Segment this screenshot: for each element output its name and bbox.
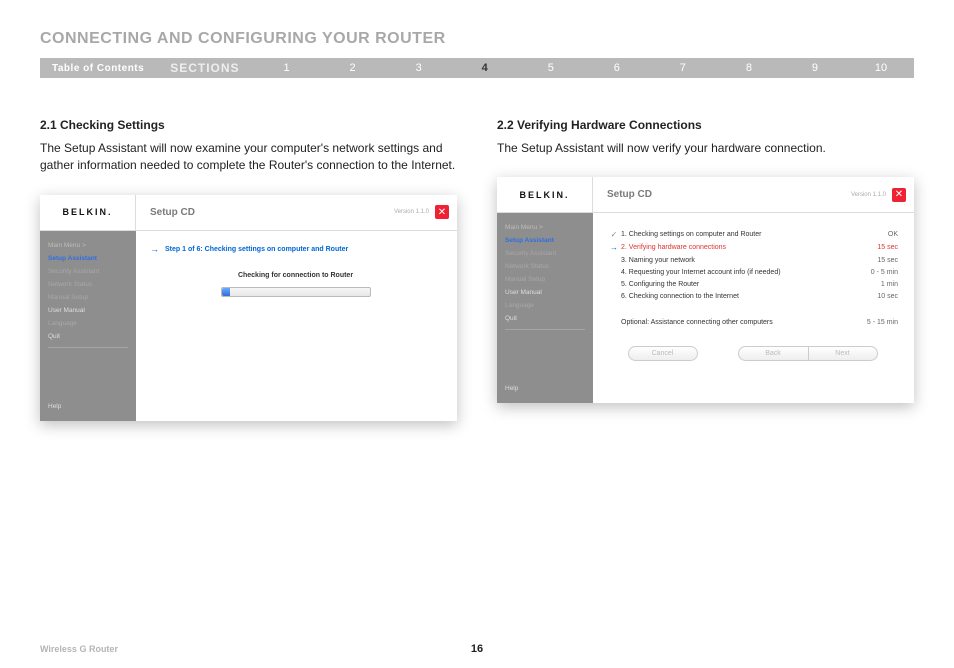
- panel-sidebar: Main Menu > Setup Assistant Security Ass…: [497, 213, 593, 403]
- nav-section-3[interactable]: 3: [386, 62, 452, 74]
- check-icon: ✓: [607, 230, 621, 239]
- next-button[interactable]: Next: [808, 346, 878, 361]
- sidebar-item-quit[interactable]: Quit: [48, 330, 128, 343]
- step-text: 4. Requesting your Internet account info…: [621, 269, 863, 276]
- sidebar-item-network-status[interactable]: Network Status: [505, 260, 585, 273]
- checking-label: Checking for connection to Router: [150, 272, 441, 279]
- sidebar-item-user-manual[interactable]: User Manual: [48, 304, 128, 317]
- step-time: 5 - 15 min: [859, 319, 898, 326]
- sidebar-item-security-assistant[interactable]: Security Assistant: [48, 265, 128, 278]
- step-row: 5. Configuring the Router 1 min: [607, 278, 898, 290]
- heading-verifying-hardware: 2.2 Verifying Hardware Connections: [497, 118, 914, 132]
- body-verifying-hardware: The Setup Assistant will now verify your…: [497, 140, 914, 157]
- sidebar-item-network-status[interactable]: Network Status: [48, 278, 128, 291]
- close-icon[interactable]: ✕: [892, 188, 906, 202]
- version-label: Version 1.1.0: [851, 192, 886, 198]
- setup-panel-2: BELKIN. Setup CD Version 1.1.0 ✕ Main Me…: [497, 177, 914, 403]
- sidebar-item-security-assistant[interactable]: Security Assistant: [505, 247, 585, 260]
- step-row: 3. Naming your network 15 sec: [607, 254, 898, 266]
- sidebar-item-quit[interactable]: Quit: [505, 312, 585, 325]
- nav-section-9[interactable]: 9: [782, 62, 848, 74]
- step-row: 6. Checking connection to the Internet 1…: [607, 290, 898, 302]
- step-row: → 2. Verifying hardware connections 15 s…: [607, 241, 898, 254]
- nav-section-8[interactable]: 8: [716, 62, 782, 74]
- page-title: CONNECTING AND CONFIGURING YOUR ROUTER: [40, 30, 914, 48]
- sidebar-item-help[interactable]: Help: [48, 400, 128, 413]
- sidebar-item-manual-setup[interactable]: Manual Setup: [505, 273, 585, 286]
- progress-bar: [221, 287, 371, 297]
- step-row: ✓ 1. Checking settings on computer and R…: [607, 227, 898, 241]
- step-row: 4. Requesting your Internet account info…: [607, 266, 898, 278]
- close-icon[interactable]: ✕: [435, 205, 449, 219]
- step-text: 1. Checking settings on computer and Rou…: [621, 231, 880, 238]
- nav-section-10[interactable]: 10: [848, 62, 914, 74]
- step-line-text: Step 1 of 6: Checking settings on comput…: [165, 246, 348, 253]
- panel-title: Setup CD: [593, 189, 851, 200]
- nav-section-5[interactable]: 5: [518, 62, 584, 74]
- step-time: 0 - 5 min: [863, 269, 898, 276]
- footer-product-name: Wireless G Router: [40, 644, 118, 654]
- sidebar-item-setup-assistant[interactable]: Setup Assistant: [505, 234, 585, 247]
- step-row-optional: Optional: Assistance connecting other co…: [607, 316, 898, 328]
- toc-link[interactable]: Table of Contents: [40, 63, 156, 74]
- step-text: 5. Configuring the Router: [621, 281, 873, 288]
- sidebar-item-language[interactable]: Language: [505, 299, 585, 312]
- sidebar-item-setup-assistant[interactable]: Setup Assistant: [48, 252, 128, 265]
- nav-section-7[interactable]: 7: [650, 62, 716, 74]
- setup-panel-1: BELKIN. Setup CD Version 1.1.0 ✕ Main Me…: [40, 195, 457, 421]
- arrow-right-icon: →: [150, 245, 159, 254]
- sidebar-item-help[interactable]: Help: [505, 382, 585, 395]
- cancel-button[interactable]: Cancel: [628, 346, 698, 361]
- nav-section-1[interactable]: 1: [254, 62, 320, 74]
- nav-section-2[interactable]: 2: [320, 62, 386, 74]
- sidebar-item-language[interactable]: Language: [48, 317, 128, 330]
- step-time: OK: [880, 231, 898, 238]
- arrow-right-icon: →: [607, 244, 621, 252]
- section-nav: Table of Contents SECTIONS 1 2 3 4 5 6 7…: [40, 58, 914, 78]
- step-text: 3. Naming your network: [621, 257, 869, 264]
- sidebar-breadcrumb[interactable]: Main Menu >: [48, 239, 128, 252]
- step-text: 6. Checking connection to the Internet: [621, 293, 869, 300]
- step-time: 1 min: [873, 281, 898, 288]
- sections-label: SECTIONS: [156, 61, 253, 75]
- step-time: 10 sec: [869, 293, 898, 300]
- panel-title: Setup CD: [136, 207, 394, 218]
- nav-section-4[interactable]: 4: [452, 62, 518, 74]
- step-time: 15 sec: [869, 244, 898, 251]
- back-button[interactable]: Back: [738, 346, 808, 361]
- page-number: 16: [471, 643, 483, 655]
- progress-fill: [222, 288, 231, 296]
- step-text: 2. Verifying hardware connections: [621, 244, 869, 251]
- step-time: 15 sec: [869, 257, 898, 264]
- sidebar-item-user-manual[interactable]: User Manual: [505, 286, 585, 299]
- panel-sidebar: Main Menu > Setup Assistant Security Ass…: [40, 231, 136, 421]
- steps-list: ✓ 1. Checking settings on computer and R…: [607, 227, 898, 328]
- step-text: Optional: Assistance connecting other co…: [621, 319, 859, 326]
- sidebar-item-manual-setup[interactable]: Manual Setup: [48, 291, 128, 304]
- sidebar-breadcrumb[interactable]: Main Menu >: [505, 221, 585, 234]
- version-label: Version 1.1.0: [394, 209, 429, 215]
- nav-section-6[interactable]: 6: [584, 62, 650, 74]
- heading-checking-settings: 2.1 Checking Settings: [40, 118, 457, 132]
- belkin-logo: BELKIN.: [497, 177, 593, 212]
- belkin-logo: BELKIN.: [40, 195, 136, 230]
- body-checking-settings: The Setup Assistant will now examine you…: [40, 140, 457, 175]
